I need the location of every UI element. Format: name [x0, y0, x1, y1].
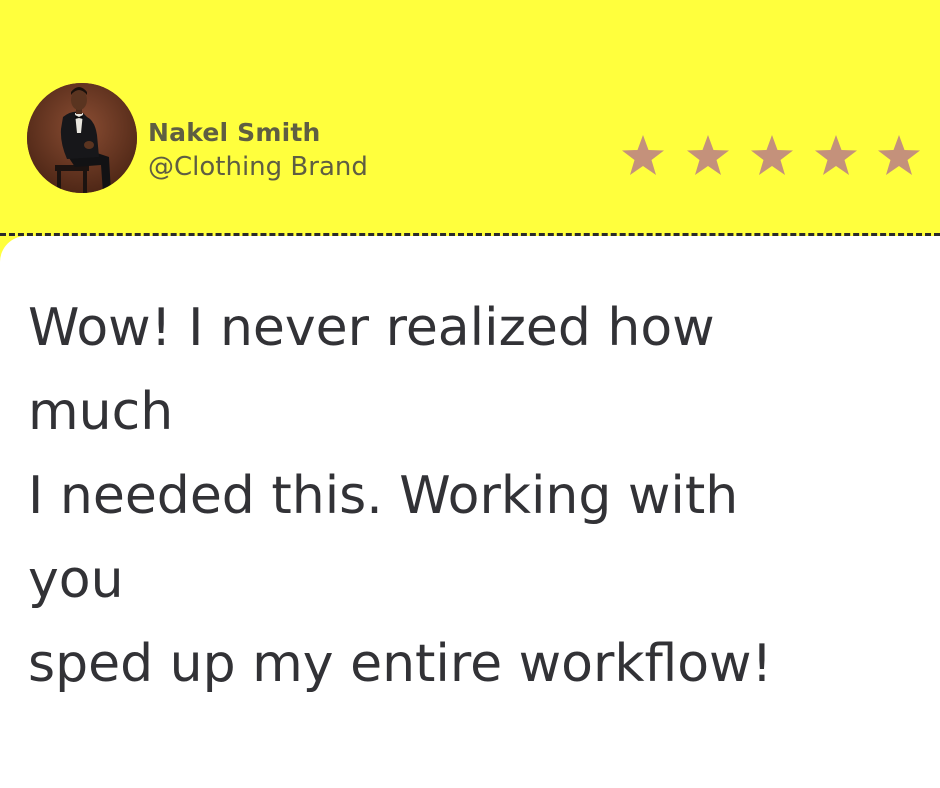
review-text: Wow! I never realized how much I needed …: [28, 286, 928, 706]
review-line: you: [28, 550, 124, 610]
user-handle: @Clothing Brand: [148, 152, 368, 182]
user-name: Nakel Smith: [148, 118, 321, 147]
testimonial-card: Nakel Smith @Clothing Brand Wow! I never…: [0, 0, 940, 788]
star-rating: [620, 133, 925, 179]
star-icon: [751, 135, 793, 175]
review-line: sped up my entire workflow!: [28, 634, 773, 694]
avatar-photo: [27, 83, 137, 193]
review-line: I needed this. Working with: [28, 466, 739, 526]
review-panel: Wow! I never realized how much I needed …: [0, 236, 940, 788]
avatar: [27, 83, 137, 193]
review-line: Wow! I never realized how: [28, 298, 715, 358]
review-line: much: [28, 382, 174, 442]
star-icon: [687, 135, 729, 175]
star-icon: [815, 135, 857, 175]
card-header: Nakel Smith @Clothing Brand: [0, 0, 940, 234]
star-icon: [622, 135, 664, 175]
star-icon: [878, 135, 920, 175]
